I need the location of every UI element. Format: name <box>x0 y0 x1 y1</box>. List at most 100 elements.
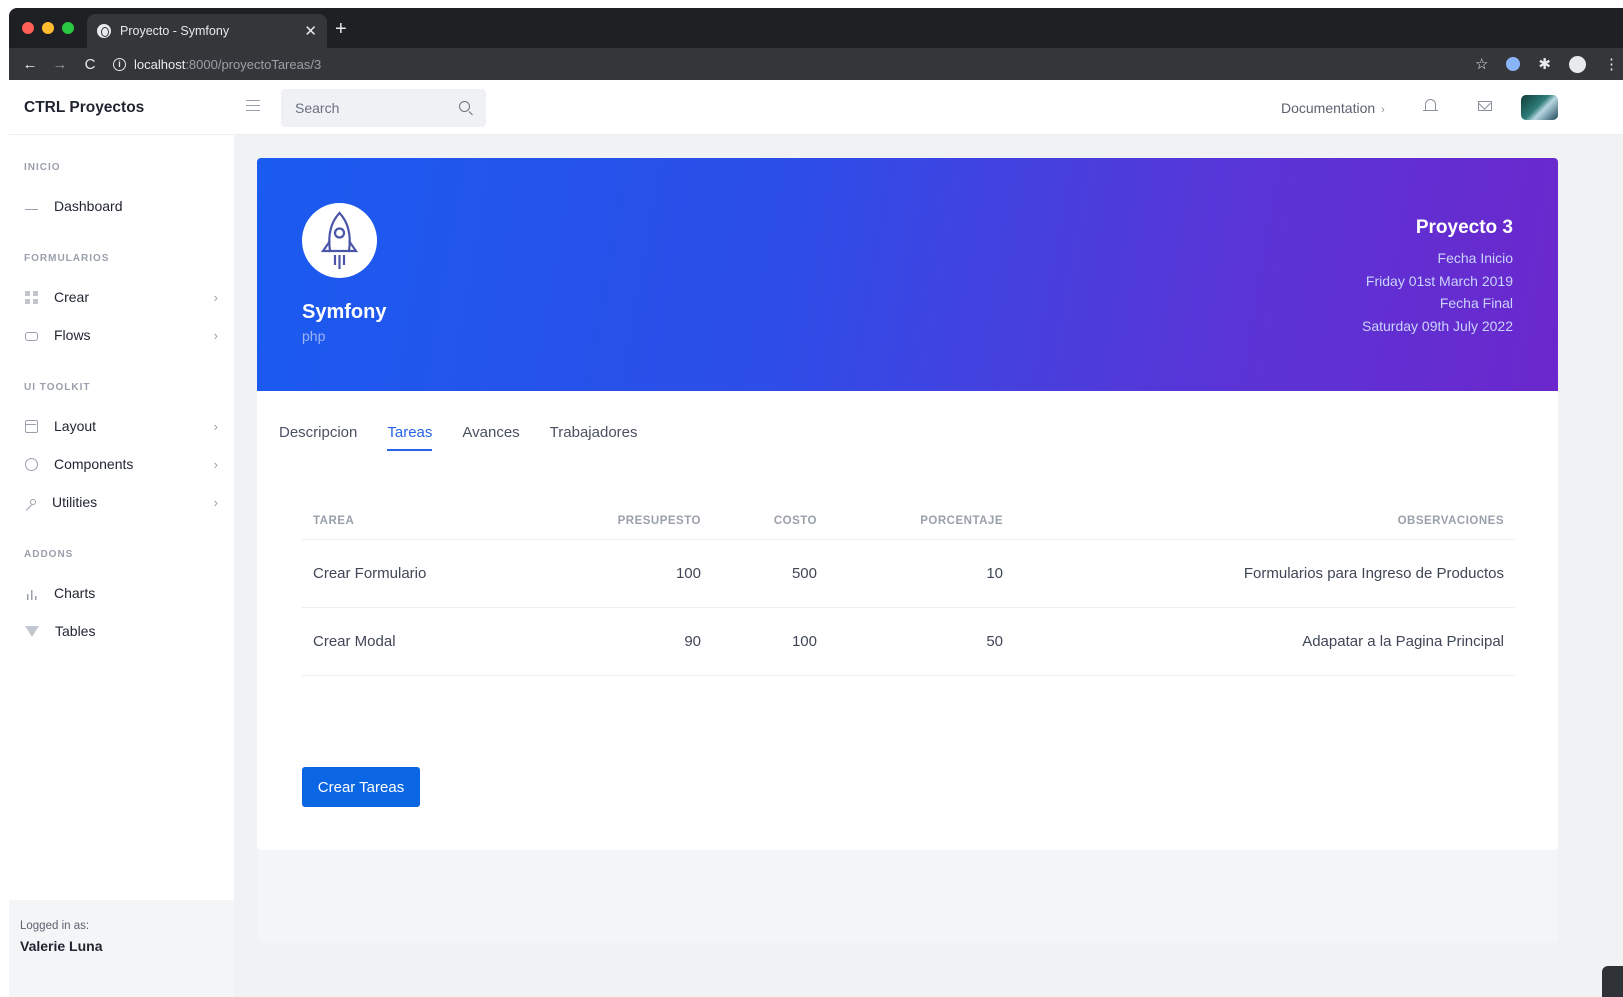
new-tab-button[interactable]: + <box>335 18 347 41</box>
chevron-right-icon: › <box>1381 104 1385 116</box>
site-info-icon[interactable]: i <box>113 57 126 71</box>
chevron-right-icon: › <box>213 494 218 510</box>
bell-icon[interactable] <box>1423 99 1438 111</box>
cell-costo: 100 <box>712 607 828 676</box>
start-date-label: Fecha Inicio <box>1437 250 1513 266</box>
chevron-right-icon: › <box>213 289 218 305</box>
section-label-ui-toolkit: UI TOOLKIT <box>24 382 91 393</box>
debug-toolbar-icon[interactable] <box>1602 966 1623 997</box>
brand-title[interactable]: CTRL Proyectos <box>24 99 144 117</box>
menu-toggle-icon[interactable] <box>246 100 260 111</box>
table-row: Crear Modal 90 100 50 Adapatar a la Pagi… <box>302 607 1515 676</box>
project-name: Symfony <box>302 301 387 323</box>
tab-trabajadores[interactable]: Trabajadores <box>550 424 638 451</box>
browser-tab[interactable]: Proyecto - Symfony ✕ <box>87 14 327 48</box>
search-icon[interactable] <box>459 101 470 112</box>
sidebar-item-charts[interactable]: Charts <box>9 578 234 608</box>
chevron-right-icon: › <box>213 327 218 343</box>
profile-icon[interactable] <box>1569 55 1586 73</box>
column-header-costo: COSTO <box>712 503 828 540</box>
rocket-icon <box>320 211 359 269</box>
column-header-presupesto: PRESUPESTO <box>552 503 712 540</box>
logged-in-label: Logged in as: <box>20 920 90 932</box>
mail-icon[interactable] <box>1478 101 1492 111</box>
logged-in-user: Logged in as: Valerie Luna <box>9 900 234 997</box>
section-label-inicio: INICIO <box>24 162 61 173</box>
address-bar[interactable]: i localhost:8000/proyectoTareas/3 <box>113 57 321 72</box>
sidebar-item-tables[interactable]: Tables <box>9 616 234 646</box>
cell-observaciones: Formularios para Ingreso de Productos <box>1014 539 1515 608</box>
sidebar-item-flows[interactable]: Flows › <box>9 320 234 350</box>
forward-button[interactable]: → <box>45 56 75 73</box>
user-name[interactable]: Valerie Luna <box>20 938 223 954</box>
bookmark-star-icon[interactable]: ☆ <box>1475 55 1488 73</box>
globe-icon <box>97 24 111 38</box>
cell-presupesto: 90 <box>552 607 712 676</box>
documentation-label: Documentation <box>1281 100 1376 116</box>
back-button[interactable]: ← <box>15 56 45 73</box>
sidebar-item-label: Dashboard <box>54 198 123 214</box>
sidebar-item-components[interactable]: Components › <box>9 449 234 479</box>
create-tasks-button[interactable]: Crear Tareas <box>302 767 420 807</box>
project-language: php <box>302 328 326 344</box>
sidebar-item-label: Flows <box>54 327 91 343</box>
card-footer <box>257 850 1558 943</box>
column-header-tarea: TAREA <box>302 503 552 540</box>
search-input[interactable] <box>281 89 441 127</box>
project-hero: Symfony php Proyecto 3 Fecha Inicio Frid… <box>257 158 1558 391</box>
sidebar-item-dashboard[interactable]: Dashboard <box>9 191 234 221</box>
extension-icon[interactable] <box>1506 57 1521 71</box>
tab-tareas[interactable]: Tareas <box>387 424 433 451</box>
sidebar-item-label: Components <box>54 456 134 472</box>
filter-icon <box>25 625 39 637</box>
cell-presupesto: 100 <box>552 539 712 608</box>
sidebar-item-crear[interactable]: Crear › <box>9 282 234 312</box>
user-avatar[interactable] <box>1521 95 1558 120</box>
browser-actions: ☆ ✱ ⋮ <box>1475 48 1619 80</box>
cell-porcentaje: 50 <box>828 607 1014 676</box>
project-logo <box>302 203 377 278</box>
sidebar: INICIO Dashboard FORMULARIOS Crear › Flo… <box>9 135 234 997</box>
sidebar-item-label: Charts <box>54 585 96 601</box>
sidebar-item-label: Layout <box>54 418 97 434</box>
end-date: Saturday 09th July 2022 <box>1362 317 1513 334</box>
project-card: Symfony php Proyecto 3 Fecha Inicio Frid… <box>257 158 1558 850</box>
column-header-porcentaje: PORCENTAJE <box>828 503 1014 540</box>
url-host: localhost <box>134 56 186 72</box>
browser-toolbar: ← → C i localhost:8000/proyectoTareas/3 … <box>9 48 1623 80</box>
project-title: Proyecto 3 <box>1415 217 1513 238</box>
tool-icon <box>30 499 36 505</box>
maximize-window-button[interactable] <box>62 22 74 34</box>
bar-chart-icon <box>25 586 38 600</box>
box-icon <box>25 457 38 471</box>
cell-observaciones: Adapatar a la Pagina Principal <box>1014 607 1515 676</box>
reload-button[interactable]: C <box>75 56 105 73</box>
browser-menu-icon[interactable]: ⋮ <box>1604 55 1619 73</box>
end-date-label: Fecha Final <box>1439 295 1513 311</box>
project-dates: Proyecto 3 Fecha Inicio Friday 01st Marc… <box>1362 217 1513 337</box>
grid-icon <box>25 290 38 304</box>
repeat-icon <box>25 331 38 341</box>
section-label-formularios: FORMULARIOS <box>24 253 110 264</box>
tab-descripcion[interactable]: Descripcion <box>279 424 357 451</box>
documentation-link[interactable]: Documentation › <box>1281 100 1385 116</box>
extensions-puzzle-icon[interactable]: ✱ <box>1538 55 1551 73</box>
cell-tarea: Crear Modal <box>302 607 552 676</box>
tab-title: Proyecto - Symfony <box>120 24 230 38</box>
window-controls <box>22 22 74 34</box>
browser-titlebar: Proyecto - Symfony ✕ + <box>9 8 1623 48</box>
sidebar-item-layout[interactable]: Layout › <box>9 411 234 441</box>
layout-icon <box>25 419 38 433</box>
minimize-window-button[interactable] <box>42 22 54 34</box>
tab-avances[interactable]: Avances <box>462 424 519 451</box>
project-tabs: Descripcion Tareas Avances Trabajadores <box>279 424 668 451</box>
close-tab-icon[interactable]: ✕ <box>304 22 317 40</box>
close-window-button[interactable] <box>22 22 34 34</box>
table-header-row: TAREA PRESUPESTO COSTO PORCENTAJE OBSERV… <box>302 503 1515 540</box>
column-header-observaciones: OBSERVACIONES <box>1014 503 1515 540</box>
table-row: Crear Formulario 100 500 10 Formularios … <box>302 539 1515 608</box>
section-label-addons: ADDONS <box>24 549 74 560</box>
sidebar-item-utilities[interactable]: Utilities › <box>9 487 234 517</box>
url-path: :8000/proyectoTareas/3 <box>185 56 322 72</box>
activity-icon <box>25 202 38 210</box>
